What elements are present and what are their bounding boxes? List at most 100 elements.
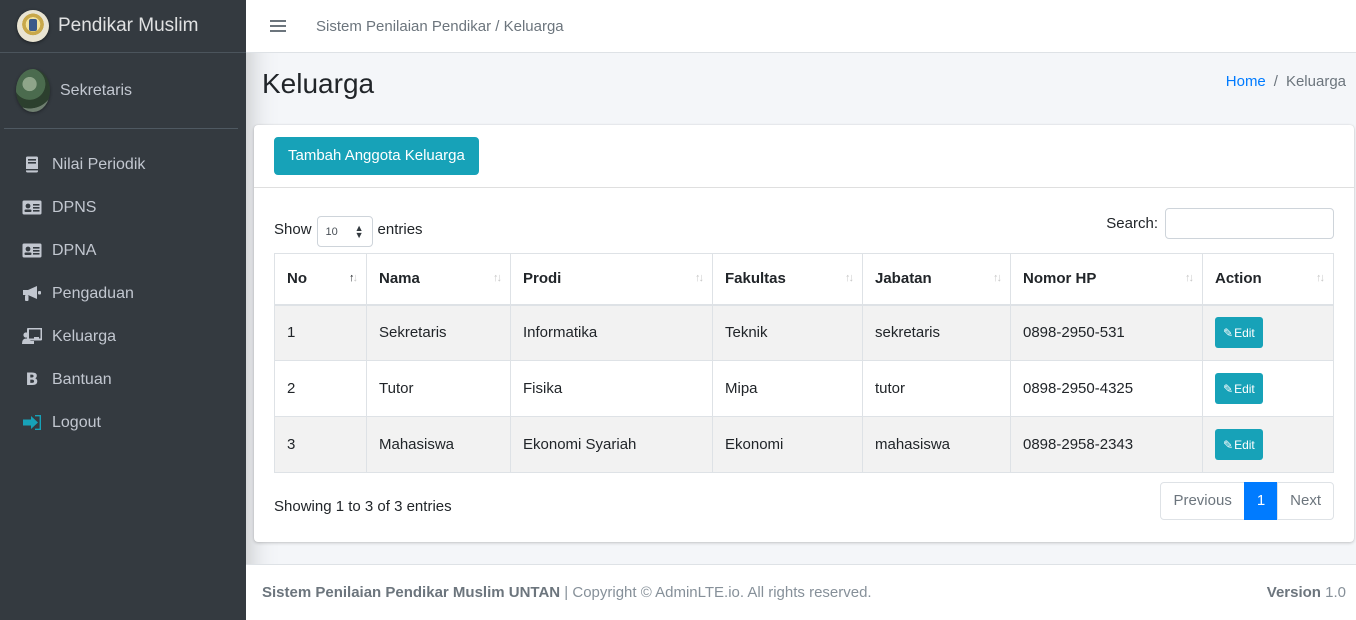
column-label: Jabatan [875,270,932,288]
column-header-no[interactable]: No ↑↓ [274,253,367,306]
sidebar-item-dpna[interactable]: DPNA [0,229,246,272]
edit-button[interactable]: ✎ Edit [1215,373,1263,404]
sidebar-item-label: Logout [52,413,101,431]
column-label: Nomor HP [1023,270,1097,288]
sidebar-item-label: Bantuan [52,370,112,388]
footer-copyright-text: | Copyright © AdminLTE.io. All rights re… [560,584,872,601]
breadcrumb-home-link[interactable]: Home [1226,73,1266,90]
show-label: Show [274,221,312,238]
edit-label: Edit [1234,381,1255,396]
cell-jabatan: sekretaris [862,304,1011,361]
pagination-next-button[interactable]: Next [1277,482,1334,520]
sidebar-item-label: Pengaduan [52,284,134,302]
pagination-page-button[interactable]: 1 [1243,482,1279,520]
edit-icon: ✎ [1223,325,1234,340]
sidebar-nav: Nilai Periodik DPNS DPNA Pengaduan Kelua… [0,143,246,444]
edit-button[interactable]: ✎ Edit [1215,317,1263,349]
sidebar-item-dpns[interactable]: DPNS [0,186,246,229]
pagination-previous-button[interactable]: Previous [1160,482,1245,520]
cell-nama: Tutor [366,360,511,417]
main-sidebar: Pendikar Muslim Sekretaris Nilai Periodi… [0,0,246,620]
sidebar-item-keluarga[interactable]: Keluarga [0,315,246,358]
chalkboard-teacher-icon [22,328,42,346]
pagination: Previous 1 Next [1160,482,1334,520]
edit-icon: ✎ [1223,437,1234,452]
cell-nama: Sekretaris [366,304,511,361]
keluarga-card: Tambah Anggota Keluarga Show 10 ▲ ▼ entri… [254,125,1354,542]
cell-action: ✎ Edit [1202,416,1334,473]
cell-prodi: Informatika [510,304,713,361]
cell-nomor-hp: 0898-2950-531 [1010,304,1203,361]
entries-select[interactable]: 10 ▲ ▼ [316,216,373,247]
search-input[interactable] [1165,208,1334,239]
cell-nama: Mahasiswa [366,416,511,473]
edit-button[interactable]: ✎ Edit [1215,429,1263,460]
footer-copyright: Sistem Penilaian Pendikar Muslim UNTAN |… [262,584,872,601]
edit-label: Edit [1234,325,1255,340]
table-row: 3 Mahasiswa Ekonomi Syariah Ekonomi maha… [274,416,1334,473]
id-card-icon [22,199,42,217]
sidebar-item-logout[interactable]: Logout [0,401,246,444]
column-label: Action [1215,270,1262,288]
sidebar-item-label: Nilai Periodik [52,155,146,173]
edit-icon: ✎ [1223,381,1234,396]
cell-action: ✎ Edit [1202,304,1334,361]
column-header-nomor-hp[interactable]: Nomor HP ↑↓ [1010,253,1203,306]
table-header-row: No ↑↓ Nama ↑↓ Prodi ↑↓ Fakultas ↑↓ Jabatan ↑↓… [274,253,1334,306]
sort-icon: ↑↓ [695,272,704,284]
sidebar-item-bantuan[interactable]: B Bantuan [0,358,246,401]
footer-app-name: Sistem Penilaian Pendikar Muslim UNTAN [262,584,561,601]
footer-version-value: 1.0 [1325,584,1346,601]
menu-toggle-icon[interactable] [270,17,286,35]
keluarga-table: No ↑↓ Nama ↑↓ Prodi ↑↓ Fakultas ↑↓ Jabatan ↑↓… [274,253,1334,473]
cell-prodi: Fisika [510,360,713,417]
cell-fakultas: Mipa [712,360,863,417]
column-label: Prodi [523,270,562,288]
user-name: Sekretaris [60,81,133,99]
cell-fakultas: Ekonomi [712,416,863,473]
bold-b-icon: B [25,369,39,390]
column-header-action[interactable]: Action ↑↓ [1202,253,1334,306]
cell-prodi: Ekonomi Syariah [510,416,713,473]
cell-fakultas: Teknik [712,304,863,361]
table-row: 1 Sekretaris Informatika Teknik sekretar… [274,304,1334,361]
column-header-prodi[interactable]: Prodi ↑↓ [510,253,713,306]
cell-no: 3 [274,416,367,473]
sidebar-item-nilai-periodik[interactable]: Nilai Periodik [0,143,246,186]
sort-icon: ↑↓ [993,272,1002,284]
brand-link[interactable]: Pendikar Muslim [0,0,246,53]
sidebar-item-pengaduan[interactable]: Pengaduan [0,272,246,315]
column-header-nama[interactable]: Nama ↑↓ [366,253,511,306]
page-title: Keluarga [262,68,375,99]
footer-version-label: Version [1266,584,1321,601]
topbar-title: Sistem Penilaian Pendikar / Keluarga [316,17,564,35]
breadcrumb: Home / Keluarga [1226,73,1346,90]
column-label: No [287,270,307,288]
sort-icon: ↑↓ [845,272,854,284]
brand-name: Pendikar Muslim [58,15,199,36]
avatar [16,69,50,112]
card-header: Tambah Anggota Keluarga [254,125,1354,188]
datatable-controls: Show 10 ▲ ▼ entries Search: [274,208,1334,247]
sort-icon: ↑↓ [1185,272,1194,284]
brand-logo [17,10,49,42]
cell-jabatan: mahasiswa [862,416,1011,473]
top-navbar: Sistem Penilaian Pendikar / Keluarga [246,0,1356,53]
breadcrumb-current: Keluarga [1285,73,1346,90]
add-family-member-button[interactable]: Tambah Anggota Keluarga [274,137,479,175]
column-header-jabatan[interactable]: Jabatan ↑↓ [862,253,1011,306]
edit-label: Edit [1234,437,1255,452]
column-header-fakultas[interactable]: Fakultas ↑↓ [712,253,863,306]
select-arrows-icon: ▲ ▼ [354,222,364,240]
sidebar-item-label: Keluarga [52,327,117,345]
cell-no: 2 [274,360,367,417]
search-label: Search: [1106,215,1158,232]
sidebar-item-label: DPNS [52,198,97,216]
user-panel[interactable]: Sekretaris [4,53,238,129]
sort-asc-icon: ↑↓ [349,272,358,284]
footer-version: Version 1.0 [1267,584,1346,601]
id-card-icon [22,242,42,260]
cell-nomor-hp: 0898-2950-4325 [1010,360,1203,417]
column-label: Nama [379,270,420,288]
sort-icon: ↑↓ [493,272,502,284]
